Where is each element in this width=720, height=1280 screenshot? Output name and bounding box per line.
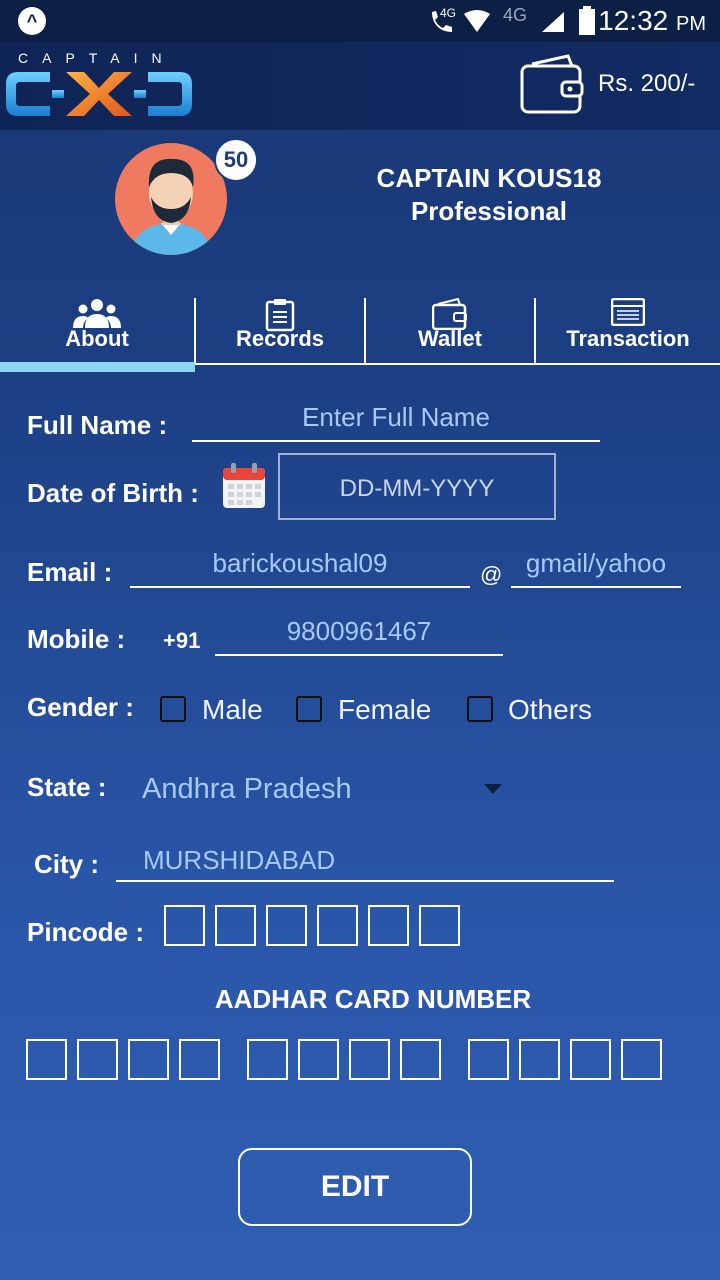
aadhar-digit-input[interactable] xyxy=(128,1039,169,1080)
level-badge: 50 xyxy=(214,138,258,182)
mobile-label: Mobile : xyxy=(27,624,126,654)
pincode-digit-input[interactable] xyxy=(266,905,307,946)
full-name-input[interactable]: Enter Full Name xyxy=(192,402,600,433)
app-notification-icon: ^ xyxy=(18,7,46,35)
gender-others-checkbox[interactable] xyxy=(467,696,493,722)
full-name-underline xyxy=(192,440,600,442)
clock: 12:32 PM xyxy=(598,5,706,37)
city-label: City : xyxy=(34,849,99,879)
mobile-country-code: +91 xyxy=(163,628,201,653)
aadhar-title: AADHAR CARD NUMBER xyxy=(214,984,532,1014)
pincode-digit-input[interactable] xyxy=(317,905,358,946)
clock-ampm: PM xyxy=(676,13,706,35)
header-wallet-icon[interactable] xyxy=(520,54,584,116)
captain-level: Professional xyxy=(410,196,568,226)
pincode-digit-input[interactable] xyxy=(419,905,460,946)
gender-male-checkbox[interactable] xyxy=(160,696,186,722)
aadhar-digit-input[interactable] xyxy=(349,1039,390,1080)
tab-records-label: Records xyxy=(235,326,325,351)
city-underline xyxy=(116,880,614,882)
battery-icon xyxy=(579,6,595,35)
state-dropdown[interactable]: Andhra Pradesh xyxy=(140,760,510,816)
captain-name: CAPTAIN KOUS18 xyxy=(376,163,602,193)
gender-female-checkbox[interactable] xyxy=(296,696,322,722)
dob-input[interactable]: DD-MM-YYYY xyxy=(278,453,556,520)
captain-logo xyxy=(6,72,192,116)
receipt-icon xyxy=(611,298,645,326)
tab-active-indicator xyxy=(0,362,195,372)
email-user-underline xyxy=(130,586,470,588)
aadhar-digit-input[interactable] xyxy=(400,1039,441,1080)
email-domain-input[interactable]: gmail/yahoo xyxy=(511,548,681,579)
brand-word: CAPTAIN xyxy=(18,50,176,66)
tab-wallet-label: Wallet xyxy=(418,326,482,351)
edit-button[interactable]: EDIT xyxy=(238,1148,472,1226)
gender-female-label: Female xyxy=(338,694,432,725)
avatar[interactable] xyxy=(115,143,227,255)
mobile-underline xyxy=(215,654,503,656)
chevron-down-icon xyxy=(484,784,502,794)
full-name-label: Full Name : xyxy=(27,410,168,440)
tab-transaction-label: Transaction xyxy=(566,326,690,351)
email-domain-underline xyxy=(511,586,681,588)
city-input[interactable]: MURSHIDABAD xyxy=(143,845,335,876)
email-label: Email : xyxy=(27,557,113,587)
wallet-balance: Rs. 200/- xyxy=(598,70,696,97)
state-label: State : xyxy=(27,772,107,802)
clock-time: 12:32 xyxy=(598,5,669,36)
tab-about-label: About xyxy=(65,326,129,351)
pincode-digit-input[interactable] xyxy=(164,905,205,946)
gender-others-label: Others xyxy=(508,694,593,725)
dob-placeholder: DD-MM-YYYY xyxy=(339,475,495,502)
tab-wallet[interactable]: Wallet xyxy=(366,292,534,364)
avatar-portrait-icon xyxy=(131,158,211,255)
tab-records[interactable]: Records xyxy=(196,292,364,364)
network-type-label: 4G xyxy=(440,6,457,20)
pincode-digit-input[interactable] xyxy=(368,905,409,946)
state-selected-value: Andhra Pradesh xyxy=(142,773,352,805)
aadhar-digit-input[interactable] xyxy=(247,1039,288,1080)
aadhar-digit-input[interactable] xyxy=(298,1039,339,1080)
aadhar-digit-input[interactable] xyxy=(77,1039,118,1080)
calendar-icon[interactable] xyxy=(222,462,266,510)
gender-male-label: Male xyxy=(202,694,263,725)
mobile-input[interactable]: 9800961467 xyxy=(215,616,503,647)
dob-label: Date of Birth : xyxy=(27,478,199,508)
aadhar-digit-input[interactable] xyxy=(519,1039,560,1080)
aadhar-digit-input[interactable] xyxy=(621,1039,662,1080)
aadhar-digit-input[interactable] xyxy=(570,1039,611,1080)
gender-label: Gender : xyxy=(27,692,134,722)
aadhar-digit-input[interactable] xyxy=(468,1039,509,1080)
tab-about[interactable]: About xyxy=(0,292,194,364)
aadhar-digit-input[interactable] xyxy=(26,1039,67,1080)
aadhar-digit-input[interactable] xyxy=(179,1039,220,1080)
network-type-label-2: 4G xyxy=(503,5,528,25)
pincode-digit-input[interactable] xyxy=(215,905,256,946)
email-at-sign: @ xyxy=(480,562,503,587)
tab-transaction[interactable]: Transaction xyxy=(536,292,720,364)
email-user-input[interactable]: barickoushal09 xyxy=(130,548,470,579)
signal-icon xyxy=(542,12,564,32)
wifi-icon xyxy=(464,10,490,32)
pincode-label: Pincode : xyxy=(27,917,145,947)
